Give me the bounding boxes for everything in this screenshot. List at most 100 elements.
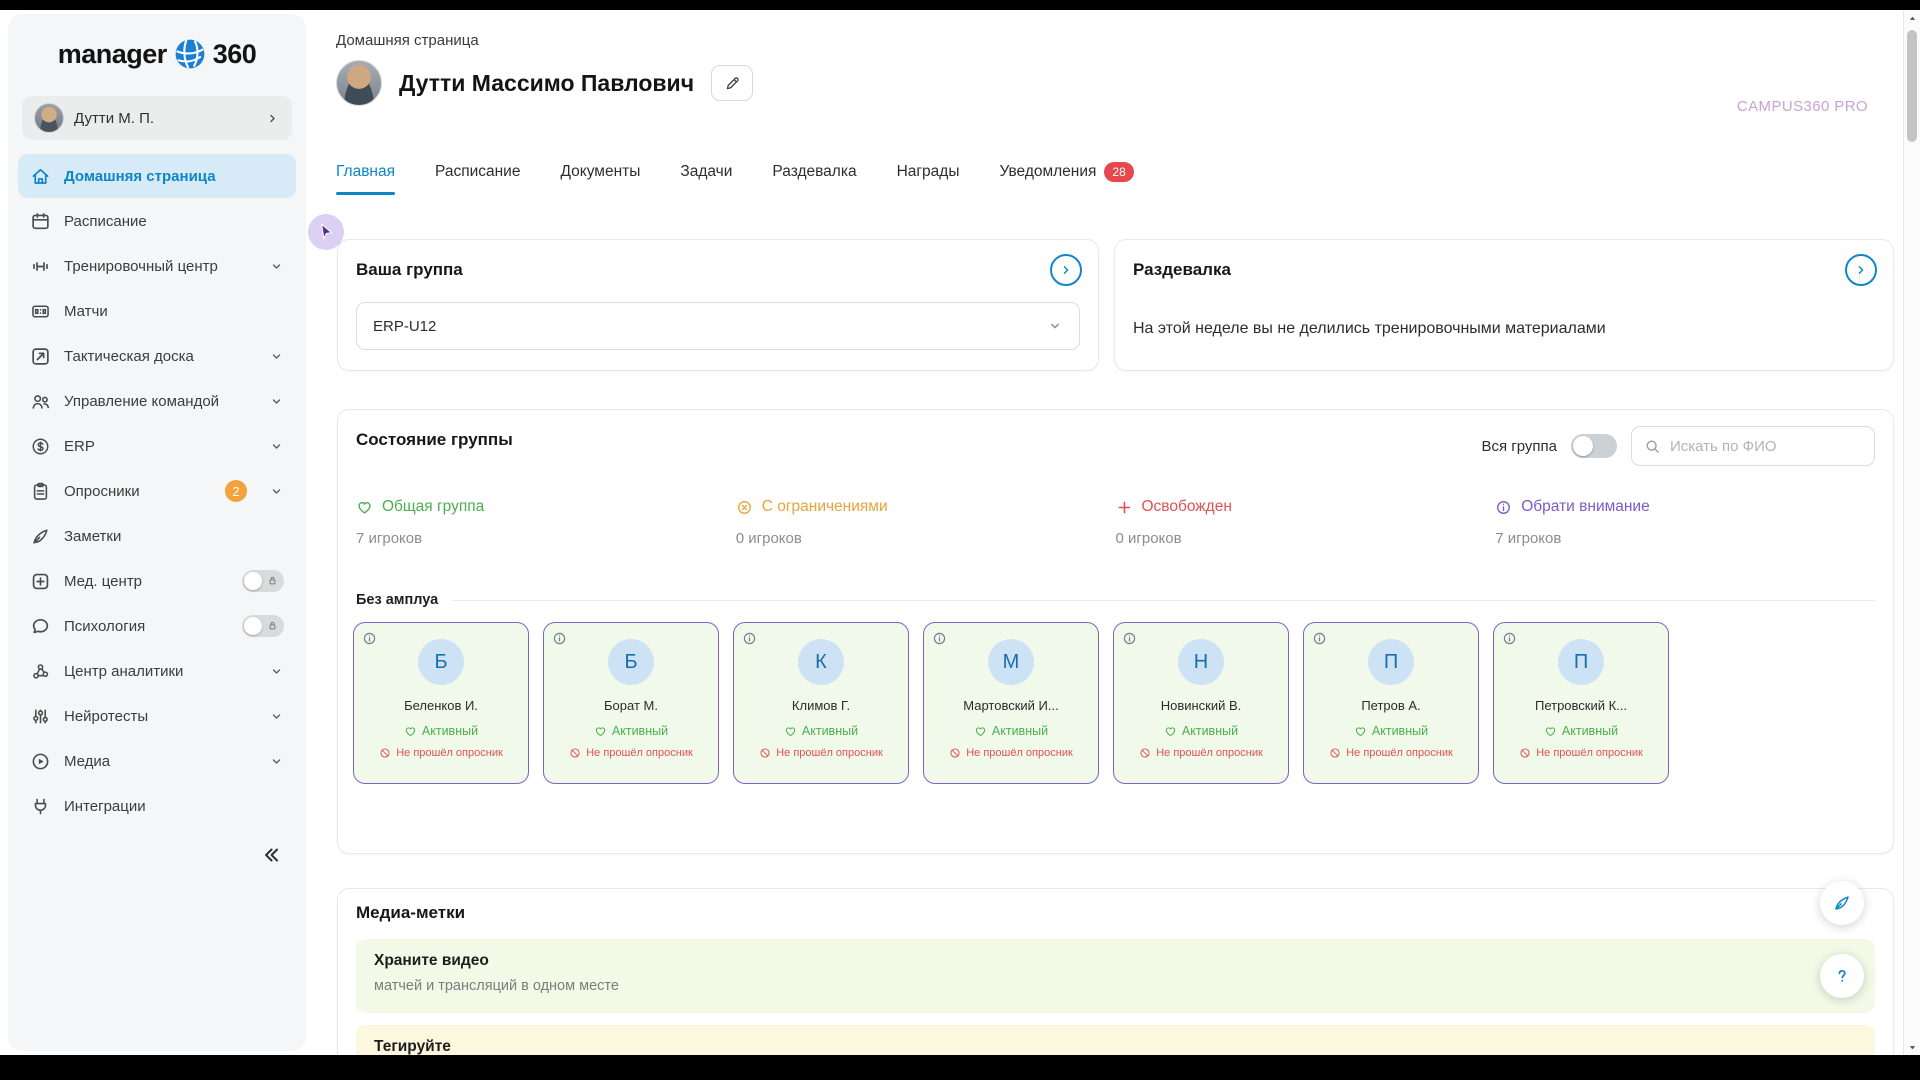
psychology-lock-toggle[interactable]: [242, 615, 284, 637]
sidebar-item-label: Матчи: [64, 302, 108, 320]
sidebar-item-analytics-center[interactable]: Центр аналитики: [18, 649, 296, 693]
sidebar-item-neurotests[interactable]: Нейротесты: [18, 694, 296, 738]
chevron-right-icon: [265, 111, 280, 126]
info-icon[interactable]: [362, 631, 377, 646]
tab-main[interactable]: Главная: [336, 162, 395, 195]
page-scrollbar[interactable]: [1903, 10, 1920, 1055]
info-icon[interactable]: [742, 631, 757, 646]
player-card[interactable]: П Петровский К... Активный Не прошёл опр…: [1493, 622, 1669, 784]
scroll-thumb[interactable]: [1907, 30, 1917, 142]
locker-room-card: Раздевалка На этой неделе вы не делились…: [1114, 239, 1894, 371]
chat-icon: [30, 616, 51, 637]
tab-tasks[interactable]: Задачи: [680, 162, 732, 195]
player-status-label: Активный: [1181, 724, 1239, 738]
all-group-toggle-label: Вся группа: [1481, 437, 1557, 455]
group-stats: Общая группа 7 игроков С ограничениями 0…: [356, 498, 1875, 547]
player-warning-label: Не прошёл опросник: [396, 747, 503, 759]
sidebar-item-erp[interactable]: ERP: [18, 424, 296, 468]
chevron-down-icon: [1047, 318, 1063, 334]
scroll-down-button[interactable]: [1904, 1039, 1920, 1055]
info-icon[interactable]: [552, 631, 567, 646]
dollar-icon: [30, 436, 51, 457]
sidebar-item-training-center[interactable]: Тренировочный центр: [18, 244, 296, 288]
media-tag-card[interactable]: Тегируйте: [356, 1025, 1875, 1055]
surveys-count-badge: 2: [225, 480, 247, 502]
info-icon[interactable]: [1312, 631, 1327, 646]
info-icon[interactable]: [1502, 631, 1517, 646]
sidebar-item-label: ERP: [64, 437, 95, 455]
sidebar-item-media[interactable]: Медиа: [18, 739, 296, 783]
triangle-up-icon: [1909, 16, 1916, 20]
tactics-icon: [30, 346, 51, 367]
plan-badge: CAMPUS360 PRO: [1736, 98, 1868, 115]
player-status: Активный: [784, 724, 858, 738]
player-card[interactable]: К Климов Г. Активный Не прошёл опросник: [733, 622, 909, 784]
info-icon: [1495, 499, 1512, 516]
player-search: [1631, 426, 1875, 466]
tab-label: Расписание: [435, 163, 521, 180]
open-locker-room-button[interactable]: [1845, 254, 1877, 286]
sidebar-item-schedule[interactable]: Расписание: [18, 199, 296, 243]
scroll-up-button[interactable]: [1904, 10, 1920, 26]
info-icon[interactable]: [1122, 631, 1137, 646]
player-name: Петров А.: [1361, 698, 1421, 713]
tab-label: Награды: [896, 163, 960, 180]
tab-schedule[interactable]: Расписание: [435, 162, 520, 195]
player-status: Активный: [1544, 724, 1618, 738]
stat-count: 7 игроков: [1495, 530, 1562, 547]
chevron-down-icon: [269, 439, 284, 454]
help-fab-button[interactable]: [1820, 954, 1864, 998]
player-card[interactable]: М Мартовский И... Активный Не прошёл опр…: [923, 622, 1099, 784]
tab-documents[interactable]: Документы: [560, 162, 640, 195]
chevron-right-icon: [1853, 262, 1869, 278]
group-state-card: Состояние группы Вся группа Общая группа: [337, 409, 1894, 854]
player-card[interactable]: П Петров А. Активный Не прошёл опросник: [1303, 622, 1479, 784]
player-name: Борат М.: [604, 698, 658, 713]
sidebar-item-home[interactable]: Домашняя страница: [18, 154, 296, 198]
search-input[interactable]: [1670, 437, 1850, 455]
sidebar-user[interactable]: Дутти М. П.: [22, 96, 292, 140]
page-title: Дутти Массимо Павлович: [399, 69, 695, 96]
tab-locker-room[interactable]: Раздевалка: [772, 162, 856, 195]
media-store-video-card[interactable]: Храните видео матчей и трансляций в одно…: [356, 939, 1875, 1013]
chevron-down-icon: [269, 349, 284, 364]
info-icon[interactable]: [932, 631, 947, 646]
player-card[interactable]: Н Новинский В. Активный Не прошёл опросн…: [1113, 622, 1289, 784]
tab-awards[interactable]: Награды: [897, 162, 960, 195]
sidebar-item-label: Расписание: [64, 212, 147, 230]
quill-icon: [1832, 893, 1852, 913]
sidebar-item-matches[interactable]: Матчи: [18, 289, 296, 333]
sidebar-item-label: Тактическая доска: [64, 347, 194, 365]
pencil-icon: [724, 75, 741, 92]
stat-restricted: С ограничениями 0 игроков: [736, 498, 1116, 547]
sidebar-item-med-center[interactable]: Мед. центр: [18, 559, 296, 603]
no-role-section: Без амплуа: [356, 592, 1875, 608]
group-select[interactable]: ERP-U12: [356, 302, 1080, 350]
player-card[interactable]: Б Беленков И. Активный Не прошёл опросни…: [353, 622, 529, 784]
sidebar-item-psychology[interactable]: Психология: [18, 604, 296, 648]
sidebar-item-label: Управление командой: [64, 392, 220, 410]
screen: manager 360 Дутти М. П. Домашняя страниц…: [0, 0, 1920, 1080]
player-card[interactable]: Б Борат М. Активный Не прошёл опросник: [543, 622, 719, 784]
stat-label: Освобожден: [1141, 498, 1232, 515]
tab-label: Раздевалка: [772, 163, 857, 180]
player-name: Мартовский И...: [963, 698, 1059, 713]
med-center-lock-toggle[interactable]: [242, 570, 284, 592]
sidebar-item-surveys[interactable]: Опросники 2: [18, 469, 296, 513]
scoreboard-icon: [30, 301, 51, 322]
sidebar-item-notes[interactable]: Заметки: [18, 514, 296, 558]
collapse-sidebar-button[interactable]: [256, 840, 286, 870]
sidebar-item-tactics-board[interactable]: Тактическая доска: [18, 334, 296, 378]
sidebar-item-integrations[interactable]: Интеграции: [18, 784, 296, 828]
tab-notifications[interactable]: Уведомления 28: [1000, 162, 1134, 195]
main-content: Домашняя страница Дутти Массимо Павлович…: [306, 10, 1903, 1055]
sidebar-item-team-management[interactable]: Управление командой: [18, 379, 296, 423]
edit-profile-button[interactable]: [711, 65, 754, 101]
player-status: Активный: [1164, 724, 1238, 738]
stat-label: Обрати внимание: [1521, 498, 1650, 515]
open-group-button[interactable]: [1050, 254, 1082, 286]
notes-fab-button[interactable]: [1820, 881, 1864, 925]
player-avatar: П: [1558, 639, 1604, 685]
all-group-toggle[interactable]: [1571, 434, 1617, 458]
heart-icon: [974, 725, 987, 738]
